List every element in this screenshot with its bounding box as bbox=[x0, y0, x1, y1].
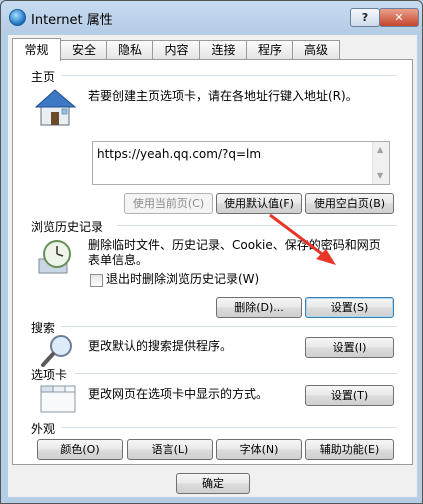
tabs-group-title: 选项卡 bbox=[31, 368, 68, 382]
magnifier-icon bbox=[41, 335, 72, 367]
tab-content[interactable]: 内容 bbox=[152, 40, 201, 60]
title-bar[interactable]: Internet 属性 ? ✕ bbox=[1, 1, 422, 31]
home-page-address-field[interactable]: https://yeah.qq.com/?q=lm ▲ ▼ bbox=[92, 141, 390, 185]
tab-security[interactable]: 安全 bbox=[60, 40, 108, 60]
ok-button[interactable]: 确定 bbox=[176, 473, 250, 494]
accessibility-button[interactable]: 辅助功能(E) bbox=[305, 439, 394, 460]
delete-history-button[interactable]: 删除(D)... bbox=[216, 297, 302, 318]
colors-button[interactable]: 颜色(O) bbox=[37, 439, 123, 460]
tab-connections[interactable]: 连接 bbox=[199, 40, 248, 60]
browsing-history-group-title: 浏览历史记录 bbox=[31, 220, 104, 234]
home-page-group-title: 主页 bbox=[31, 70, 56, 84]
internet-explorer-icon bbox=[9, 9, 26, 26]
history-settings-button[interactable]: 设置(S) bbox=[305, 297, 394, 318]
dialog-client-area: 常规 安全 隐私 内容 连接 程序 高级 主页 若要创建主页选项卡，请在各地址行… bbox=[8, 35, 417, 497]
window-title: Internet 属性 bbox=[31, 13, 113, 28]
tabs-divider bbox=[75, 373, 397, 374]
search-divider bbox=[61, 326, 397, 327]
tab-general[interactable]: 常规 bbox=[12, 38, 61, 61]
languages-button[interactable]: 语言(L) bbox=[127, 439, 213, 460]
tabbed-window-icon bbox=[40, 385, 76, 413]
home-page-url[interactable]: https://yeah.qq.com/?q=lm bbox=[97, 147, 261, 161]
help-button[interactable]: ? bbox=[350, 8, 380, 27]
home-page-description: 若要创建主页选项卡，请在各地址行键入地址(R)。 bbox=[88, 89, 358, 103]
annotation-arrow-icon bbox=[269, 213, 336, 265]
general-tab-panel: 主页 若要创建主页选项卡，请在各地址行键入地址(R)。 https://yeah… bbox=[12, 59, 413, 465]
appearance-divider bbox=[61, 427, 397, 428]
close-button[interactable]: ✕ bbox=[379, 8, 419, 27]
address-field-scrollbar[interactable]: ▲ ▼ bbox=[372, 142, 389, 184]
browsing-history-description-line2: 表单信息。 bbox=[88, 253, 149, 267]
delete-on-exit-checkbox[interactable] bbox=[90, 274, 103, 287]
scroll-down-icon[interactable]: ▼ bbox=[377, 171, 383, 180]
delete-on-exit-label[interactable]: 退出时删除浏览历史记录(W) bbox=[106, 272, 259, 287]
tab-advanced[interactable]: 高级 bbox=[292, 40, 340, 60]
tab-programs[interactable]: 程序 bbox=[246, 40, 294, 60]
appearance-group-title: 外观 bbox=[31, 422, 56, 436]
tabs-description: 更改网页在选项卡中显示的方式。 bbox=[88, 387, 269, 401]
scroll-up-icon[interactable]: ▲ bbox=[377, 145, 383, 154]
internet-options-window: Internet 属性 ? ✕ 常规 安全 隐私 内容 连接 程序 高级 主页 … bbox=[0, 0, 423, 504]
home-page-divider bbox=[61, 75, 397, 76]
house-icon bbox=[34, 89, 77, 126]
use-current-page-button[interactable]: 使用当前页(C) bbox=[124, 193, 213, 214]
search-description: 更改默认的搜索提供程序。 bbox=[88, 339, 233, 353]
history-clock-icon bbox=[38, 240, 71, 274]
search-settings-button[interactable]: 设置(I) bbox=[305, 337, 394, 358]
tabs-settings-button[interactable]: 设置(T) bbox=[305, 385, 394, 406]
tab-privacy[interactable]: 隐私 bbox=[106, 40, 154, 60]
fonts-button[interactable]: 字体(N) bbox=[216, 439, 302, 460]
